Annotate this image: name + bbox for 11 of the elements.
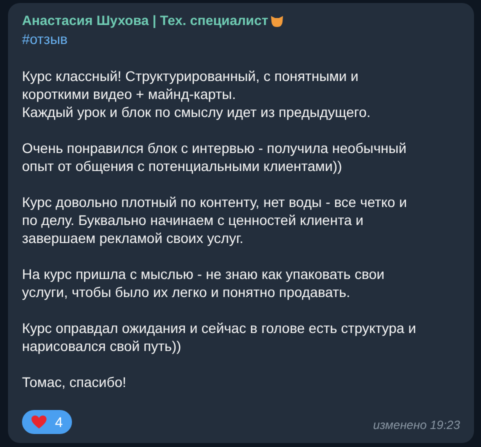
heart-icon <box>31 415 47 429</box>
hashtag-link[interactable]: #отзыв <box>22 30 68 48</box>
message-paragraph: Очень понравился блок с интервью - получила необычный опыт от общения с потенциальными клиентами)) <box>22 139 406 175</box>
message-paragraph: На курс пришла с мыслью - не знаю как упаковать свои услуги, чтобы было их легко и понятно продавать. <box>22 265 384 301</box>
edited-time: изменено 19:23 <box>373 417 461 434</box>
message-paragraph: Курс классный! Структурированный, с понятными и короткими видео + майнд-карты. Каждый урок и блок по смыслу идет из предыдущего. <box>22 67 371 121</box>
cat-face-icon <box>270 14 284 28</box>
author-name[interactable]: Анастасия Шухова | Тех. специалист <box>22 12 268 30</box>
message-paragraph: Курс оправдал ожидания и сейчас в голове есть структура и нарисовался свой путь)) <box>22 319 416 355</box>
message-paragraph: Томас, спасибо! <box>22 373 126 391</box>
message-paragraph: Курс довольно плотный по контенту, нет воды - все четко и по делу. Буквально начинаем с ценностей клиента и завершаем рекламой своих услуг. <box>22 193 407 247</box>
